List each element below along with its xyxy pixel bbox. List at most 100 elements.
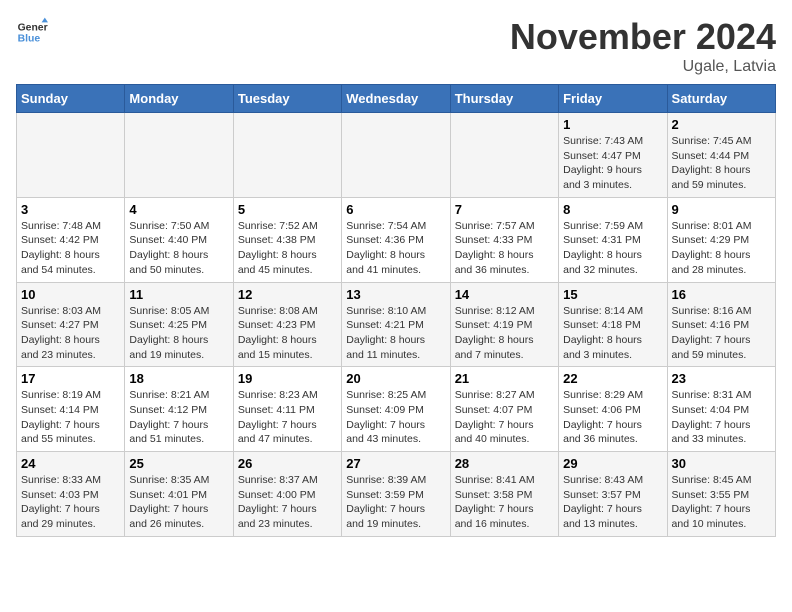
day-info: Sunrise: 7:54 AM Sunset: 4:36 PM Dayligh…: [346, 219, 445, 278]
day-number: 23: [672, 371, 771, 386]
day-number: 29: [563, 456, 662, 471]
calendar-cell: 20 Sunrise: 8:25 AM Sunset: 4:09 PM Dayli…: [342, 367, 450, 452]
calendar-cell: 25 Sunrise: 8:35 AM Sunset: 4:01 PM Dayli…: [125, 452, 233, 537]
day-info: Sunrise: 8:39 AM Sunset: 3:59 PM Dayligh…: [346, 473, 445, 532]
calendar-cell: 24Sunrise: 8:33 AM Sunset: 4:03 PM Dayli…: [17, 452, 125, 537]
month-title: November 2024: [510, 16, 776, 58]
day-number: 25: [129, 456, 228, 471]
calendar-cell: 2Sunrise: 7:45 AM Sunset: 4:44 PM Daylig…: [667, 113, 775, 198]
calendar-cell: 4 Sunrise: 7:50 AM Sunset: 4:40 PM Daylig…: [125, 197, 233, 282]
day-number: 16: [672, 287, 771, 302]
calendar-cell: 8 Sunrise: 7:59 AM Sunset: 4:31 PM Daylig…: [559, 197, 667, 282]
day-info: Sunrise: 8:23 AM Sunset: 4:11 PM Dayligh…: [238, 388, 337, 447]
day-number: 24: [21, 456, 120, 471]
day-info: Sunrise: 8:01 AM Sunset: 4:29 PM Dayligh…: [672, 219, 771, 278]
day-info: Sunrise: 8:05 AM Sunset: 4:25 PM Dayligh…: [129, 304, 228, 363]
day-info: Sunrise: 8:25 AM Sunset: 4:09 PM Dayligh…: [346, 388, 445, 447]
day-info: Sunrise: 8:16 AM Sunset: 4:16 PM Dayligh…: [672, 304, 771, 363]
day-number: 14: [455, 287, 554, 302]
day-number: 9: [672, 202, 771, 217]
day-number: 15: [563, 287, 662, 302]
day-number: 18: [129, 371, 228, 386]
calendar-cell: 19 Sunrise: 8:23 AM Sunset: 4:11 PM Dayli…: [233, 367, 341, 452]
week-row-5: 24Sunrise: 8:33 AM Sunset: 4:03 PM Dayli…: [17, 452, 776, 537]
day-info: Sunrise: 7:52 AM Sunset: 4:38 PM Dayligh…: [238, 219, 337, 278]
location: Ugale, Latvia: [510, 58, 776, 76]
weekday-header-sunday: Sunday: [17, 85, 125, 113]
week-row-3: 10 Sunrise: 8:03 AM Sunset: 4:27 PM Dayli…: [17, 282, 776, 367]
weekday-header-row: SundayMondayTuesdayWednesdayThursdayFrid…: [17, 85, 776, 113]
day-info: Sunrise: 8:45 AM Sunset: 3:55 PM Dayligh…: [672, 473, 771, 532]
logo: General Blue: [16, 16, 48, 48]
day-number: 10: [21, 287, 120, 302]
weekday-header-friday: Friday: [559, 85, 667, 113]
calendar-cell: 22Sunrise: 8:29 AM Sunset: 4:06 PM Dayli…: [559, 367, 667, 452]
calendar-cell: 23 Sunrise: 8:31 AM Sunset: 4:04 PM Dayli…: [667, 367, 775, 452]
day-info: Sunrise: 8:12 AM Sunset: 4:19 PM Dayligh…: [455, 304, 554, 363]
day-number: 5: [238, 202, 337, 217]
day-number: 19: [238, 371, 337, 386]
calendar-cell: 14 Sunrise: 8:12 AM Sunset: 4:19 PM Dayli…: [450, 282, 558, 367]
day-number: 17: [21, 371, 120, 386]
day-info: Sunrise: 8:27 AM Sunset: 4:07 PM Dayligh…: [455, 388, 554, 447]
day-number: 30: [672, 456, 771, 471]
calendar-cell: 7Sunrise: 7:57 AM Sunset: 4:33 PM Daylig…: [450, 197, 558, 282]
day-info: Sunrise: 8:35 AM Sunset: 4:01 PM Dayligh…: [129, 473, 228, 532]
week-row-4: 17 Sunrise: 8:19 AM Sunset: 4:14 PM Dayli…: [17, 367, 776, 452]
day-number: 26: [238, 456, 337, 471]
calendar-cell: 11 Sunrise: 8:05 AM Sunset: 4:25 PM Dayli…: [125, 282, 233, 367]
calendar-cell: 9 Sunrise: 8:01 AM Sunset: 4:29 PM Daylig…: [667, 197, 775, 282]
calendar-cell: 6 Sunrise: 7:54 AM Sunset: 4:36 PM Daylig…: [342, 197, 450, 282]
calendar-cell: 18 Sunrise: 8:21 AM Sunset: 4:12 PM Dayli…: [125, 367, 233, 452]
day-info: Sunrise: 7:48 AM Sunset: 4:42 PM Dayligh…: [21, 219, 120, 278]
calendar-cell: [233, 113, 341, 198]
weekday-header-wednesday: Wednesday: [342, 85, 450, 113]
day-info: Sunrise: 8:08 AM Sunset: 4:23 PM Dayligh…: [238, 304, 337, 363]
calendar-cell: 27 Sunrise: 8:39 AM Sunset: 3:59 PM Dayli…: [342, 452, 450, 537]
weekday-header-tuesday: Tuesday: [233, 85, 341, 113]
day-number: 6: [346, 202, 445, 217]
week-row-1: 1Sunrise: 7:43 AM Sunset: 4:47 PM Daylig…: [17, 113, 776, 198]
day-number: 20: [346, 371, 445, 386]
day-info: Sunrise: 7:59 AM Sunset: 4:31 PM Dayligh…: [563, 219, 662, 278]
day-info: Sunrise: 8:03 AM Sunset: 4:27 PM Dayligh…: [21, 304, 120, 363]
logo-icon: General Blue: [16, 16, 48, 48]
calendar-cell: [17, 113, 125, 198]
day-number: 21: [455, 371, 554, 386]
calendar-cell: 17 Sunrise: 8:19 AM Sunset: 4:14 PM Dayli…: [17, 367, 125, 452]
day-number: 12: [238, 287, 337, 302]
day-number: 1: [563, 117, 662, 132]
calendar-cell: 15 Sunrise: 8:14 AM Sunset: 4:18 PM Dayli…: [559, 282, 667, 367]
day-number: 11: [129, 287, 228, 302]
day-number: 27: [346, 456, 445, 471]
calendar-table: SundayMondayTuesdayWednesdayThursdayFrid…: [16, 84, 776, 537]
calendar-cell: 5 Sunrise: 7:52 AM Sunset: 4:38 PM Daylig…: [233, 197, 341, 282]
page-header: General Blue November 2024 Ugale, Latvia: [16, 16, 776, 76]
day-number: 28: [455, 456, 554, 471]
calendar-cell: 10 Sunrise: 8:03 AM Sunset: 4:27 PM Dayli…: [17, 282, 125, 367]
calendar-cell: [342, 113, 450, 198]
day-info: Sunrise: 8:14 AM Sunset: 4:18 PM Dayligh…: [563, 304, 662, 363]
week-row-2: 3 Sunrise: 7:48 AM Sunset: 4:42 PM Daylig…: [17, 197, 776, 282]
day-info: Sunrise: 8:37 AM Sunset: 4:00 PM Dayligh…: [238, 473, 337, 532]
day-number: 3: [21, 202, 120, 217]
calendar-cell: 1Sunrise: 7:43 AM Sunset: 4:47 PM Daylig…: [559, 113, 667, 198]
day-number: 8: [563, 202, 662, 217]
calendar-cell: 16 Sunrise: 8:16 AM Sunset: 4:16 PM Dayli…: [667, 282, 775, 367]
day-number: 13: [346, 287, 445, 302]
calendar-cell: 30 Sunrise: 8:45 AM Sunset: 3:55 PM Dayli…: [667, 452, 775, 537]
day-info: Sunrise: 8:21 AM Sunset: 4:12 PM Dayligh…: [129, 388, 228, 447]
weekday-header-saturday: Saturday: [667, 85, 775, 113]
calendar-cell: 28Sunrise: 8:41 AM Sunset: 3:58 PM Dayli…: [450, 452, 558, 537]
calendar-cell: 12 Sunrise: 8:08 AM Sunset: 4:23 PM Dayli…: [233, 282, 341, 367]
day-info: Sunrise: 7:50 AM Sunset: 4:40 PM Dayligh…: [129, 219, 228, 278]
day-info: Sunrise: 8:19 AM Sunset: 4:14 PM Dayligh…: [21, 388, 120, 447]
day-number: 4: [129, 202, 228, 217]
calendar-cell: 26 Sunrise: 8:37 AM Sunset: 4:00 PM Dayli…: [233, 452, 341, 537]
day-info: Sunrise: 8:31 AM Sunset: 4:04 PM Dayligh…: [672, 388, 771, 447]
day-info: Sunrise: 7:57 AM Sunset: 4:33 PM Dayligh…: [455, 219, 554, 278]
day-info: Sunrise: 8:10 AM Sunset: 4:21 PM Dayligh…: [346, 304, 445, 363]
calendar-cell: 29Sunrise: 8:43 AM Sunset: 3:57 PM Dayli…: [559, 452, 667, 537]
title-block: November 2024 Ugale, Latvia: [510, 16, 776, 76]
weekday-header-thursday: Thursday: [450, 85, 558, 113]
